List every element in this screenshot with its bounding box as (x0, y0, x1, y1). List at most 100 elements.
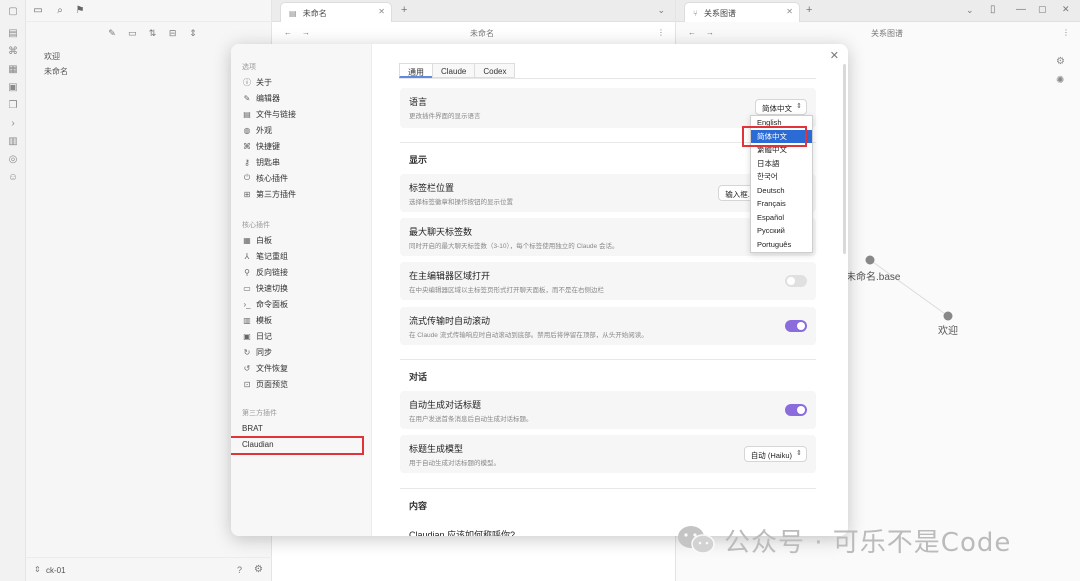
sidebar-item-brat[interactable]: BRAT (242, 421, 362, 435)
forward-arrow-icon[interactable]: → (302, 28, 310, 37)
sidebar-item-daily-notes[interactable]: ▣ 日记 (242, 329, 362, 343)
sidebar-item-sync[interactable]: ↻ 同步 (242, 345, 362, 359)
file-item-untitled[interactable]: 未命名 (44, 66, 68, 77)
minimize-icon[interactable]: — (1016, 4, 1026, 15)
setting-auto-title: 自动生成对话标题 在用户发送首条消息后自动生成对话标题。 (400, 391, 816, 429)
setting-auto-scroll: 流式传输时自动滚动 在 Claude 流式传输响应时自动滚动到底部。禁用后将停留… (400, 307, 816, 345)
sidebar-right-icon[interactable]: ▯ (990, 4, 996, 15)
close-tab-icon[interactable]: ✕ (786, 7, 793, 16)
new-tab-icon[interactable]: + (401, 4, 407, 16)
sidebar-item-appearance[interactable]: ◍ 外观 (242, 123, 362, 137)
graph-node-welcome[interactable] (943, 311, 953, 321)
settings-gear-icon[interactable]: ⚙ (254, 564, 263, 575)
maximize-icon[interactable]: ▢ (1038, 4, 1047, 15)
language-select[interactable]: 简体中文 ⇕ (755, 99, 807, 115)
more-options-icon[interactable]: ⋮ (1062, 28, 1070, 37)
copy-icon[interactable]: ❐ (7, 100, 19, 112)
help-circle-icon[interactable]: ? (237, 565, 242, 575)
expand-icon[interactable]: ⇕ (187, 28, 199, 40)
title-model-select[interactable]: 自动 (Haiku) ⇕ (743, 446, 807, 462)
sidebar-toggle-icon[interactable]: ▢ (7, 6, 19, 18)
new-folder-icon[interactable]: ▭ (126, 28, 138, 40)
calendar-icon[interactable]: ▣ (7, 82, 19, 94)
sidebar-item-backlinks[interactable]: ⚲ 反向链接 (242, 265, 362, 279)
sidebar-item-canvas[interactable]: ▦ 白板 (242, 233, 362, 247)
sync-icon: ↻ (243, 347, 251, 357)
new-tab-icon[interactable]: + (806, 4, 812, 16)
language-option[interactable]: Português (751, 238, 812, 252)
sidebar-item-note-composer[interactable]: ⅄ 笔记重组 (242, 249, 362, 263)
template-icon[interactable]: ▥ (7, 136, 19, 148)
graph-icon[interactable]: ⌘ (7, 46, 19, 58)
terminal-icon[interactable]: › (7, 118, 19, 130)
section-divider (400, 359, 816, 360)
language-option[interactable]: Deutsch (751, 184, 812, 198)
language-option[interactable]: Français (751, 197, 812, 211)
language-option[interactable]: 한국어 (751, 170, 812, 184)
auto-title-toggle[interactable] (785, 404, 807, 416)
setting-title: 标题生成模型 (409, 444, 464, 454)
sidebar-item-files-links[interactable]: ▤ 文件与链接 (242, 107, 362, 121)
close-window-icon[interactable]: ✕ (1062, 4, 1070, 15)
settings-modal: 选项 ⓘ 关于 ✎ 编辑器 ▤ 文件与链接 ◍ 外观 ⌘ 快捷键 ⚷ 钥匙串 ⏻ 核心插件 ⊞… (231, 44, 848, 536)
sidebar-item-core-plugins[interactable]: ⏻ 核心插件 (242, 171, 362, 185)
settings-tabs: 通用 Claude Codex (399, 63, 516, 78)
toggle-knob (797, 406, 805, 414)
folder-icon[interactable]: ▭ (32, 5, 44, 17)
sidebar-item-page-preview[interactable]: ⊡ 页面预览 (242, 377, 362, 391)
graph-node-base[interactable] (865, 255, 875, 265)
merge-icon: ⅄ (244, 251, 250, 261)
sidebar-item-editor[interactable]: ✎ 编辑器 (242, 91, 362, 105)
back-arrow-icon[interactable]: ← (688, 28, 696, 37)
collapse-icon[interactable]: ⊟ (167, 28, 179, 40)
file-item-welcome[interactable]: 欢迎 (44, 51, 60, 62)
terminal-icon: ›_ (243, 299, 251, 309)
vault-switch-icon[interactable]: ⇕ (34, 565, 41, 574)
sidebar-item-file-recovery[interactable]: ↺ 文件恢复 (242, 361, 362, 375)
new-note-icon[interactable]: ✎ (106, 28, 118, 40)
open-in-main-toggle[interactable] (785, 275, 807, 287)
sidebar-item-community-plugins[interactable]: ⊞ 第三方插件 (242, 187, 362, 201)
sidebar-item-about[interactable]: ⓘ 关于 (242, 75, 362, 89)
file-icon[interactable]: ▤ (7, 28, 19, 40)
forward-arrow-icon[interactable]: → (706, 28, 714, 37)
tab-codex[interactable]: Codex (474, 63, 516, 78)
watermark-text: 公众号 · 可乐不是Code (724, 528, 1012, 558)
tab-untitled[interactable]: ▤ 未命名 ✕ (280, 2, 392, 22)
toggle-knob (797, 322, 805, 330)
help-icon[interactable]: ◎ (7, 154, 19, 166)
sidebar-item-templates[interactable]: ▥ 模板 (242, 313, 362, 327)
sidebar-item-quick-switcher[interactable]: ▭ 快速切换 (242, 281, 362, 295)
close-tab-icon[interactable]: ✕ (378, 7, 385, 16)
tab-list-chevron-icon[interactable]: ⌄ (657, 5, 665, 16)
sidebar-item-hotkeys[interactable]: ⌘ 快捷键 (242, 139, 362, 153)
sort-icon[interactable]: ⇅ (146, 28, 158, 40)
calendar-icon: ▣ (243, 331, 251, 341)
vault-name[interactable]: ck-01 (46, 566, 66, 575)
language-option[interactable]: Русский (751, 224, 812, 238)
more-options-icon[interactable]: ⋮ (657, 28, 665, 37)
setting-open-in-main-editor: 在主编辑器区域打开 在中央编辑器区域以主标签页形式打开聊天面板，而不是在右侧边栏 (400, 262, 816, 300)
bookmark-icon[interactable]: ⚑ (74, 5, 86, 17)
sidebar-item-keychain[interactable]: ⚷ 钥匙串 (242, 155, 362, 169)
tab-claude[interactable]: Claude (432, 63, 476, 78)
language-option[interactable]: Español (751, 211, 812, 225)
search-icon[interactable]: ⌕ (54, 5, 66, 17)
template-icon: ▥ (243, 315, 251, 325)
setting-title: 标签栏位置 (409, 183, 455, 193)
puzzle-icon: ⊞ (243, 189, 251, 199)
tab-list-chevron-icon[interactable]: ⌄ (966, 5, 974, 16)
language-option[interactable]: 日本語 (751, 157, 812, 171)
sidebar-item-command-palette[interactable]: ›_ 命令面板 (242, 297, 362, 311)
key-icon: ⚷ (244, 157, 250, 167)
setting-name-question: Claudian 应该如何称呼你? (409, 530, 516, 536)
tab-graph[interactable]: ⑂ 关系图谱 ✕ (684, 2, 800, 22)
auto-scroll-toggle[interactable] (785, 320, 807, 332)
setting-title: 在主编辑器区域打开 (409, 271, 491, 281)
bot-icon[interactable]: ☺ (7, 172, 19, 184)
edit-icon: ✎ (243, 93, 251, 103)
grid-icon[interactable]: ▦ (7, 64, 19, 76)
settings-scrollbar[interactable] (843, 64, 846, 254)
tab-general[interactable]: 通用 (399, 63, 433, 78)
back-arrow-icon[interactable]: ← (284, 28, 292, 37)
